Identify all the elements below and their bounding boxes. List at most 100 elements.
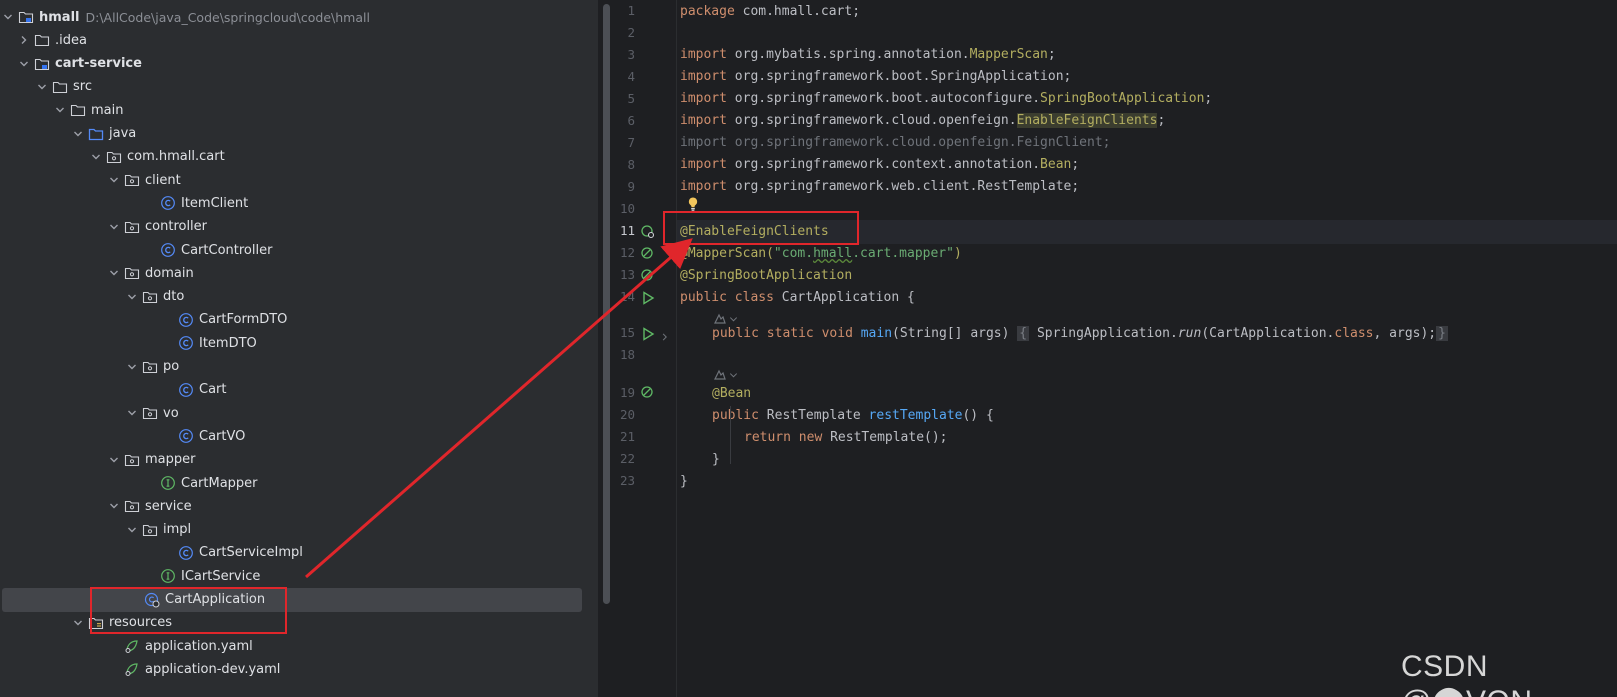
chevron-down-icon[interactable] bbox=[124, 359, 140, 375]
code-line-20[interactable]: public RestTemplate restTemplate() { bbox=[712, 405, 994, 427]
class-ref: MapperScan bbox=[969, 47, 1048, 62]
class-icon bbox=[160, 195, 176, 211]
tree-item[interactable]: resources bbox=[0, 611, 582, 635]
tree-item[interactable]: Cart bbox=[0, 378, 582, 402]
tree-item[interactable]: CartVO bbox=[0, 424, 582, 448]
tree-item[interactable]: main bbox=[0, 98, 582, 122]
chevron-down-icon[interactable] bbox=[0, 9, 16, 25]
code-line-5[interactable]: import org.springframework.boot.autoconf… bbox=[680, 88, 1212, 110]
inlay-hint[interactable] bbox=[713, 366, 738, 384]
tree-item[interactable]: client bbox=[0, 168, 582, 192]
chevron-down-icon[interactable] bbox=[124, 405, 140, 421]
code-line-23[interactable]: } bbox=[680, 471, 688, 493]
code-text: () { bbox=[962, 408, 994, 423]
tree-item[interactable]: CartServiceImpl bbox=[0, 541, 582, 565]
tree-scrollbar[interactable] bbox=[603, 4, 610, 604]
source-folder-icon bbox=[88, 126, 104, 142]
tree-item-label: ItemClient bbox=[181, 195, 249, 211]
chevron-down-icon[interactable] bbox=[34, 79, 50, 95]
chevron-down-icon[interactable] bbox=[88, 149, 104, 165]
chevron-down-icon[interactable] bbox=[106, 219, 122, 235]
chevron-down-icon[interactable] bbox=[52, 102, 68, 118]
spring-bean-icon[interactable] bbox=[640, 385, 656, 401]
package-icon bbox=[142, 359, 158, 375]
tree-item[interactable]: com.hmall.cart bbox=[0, 145, 582, 169]
spring-bean-icon[interactable] bbox=[640, 268, 656, 284]
chevron-down-icon[interactable] bbox=[124, 289, 140, 305]
code-line-8[interactable]: import org.springframework.context.annot… bbox=[680, 154, 1079, 176]
fold-marker[interactable]: } bbox=[1436, 326, 1448, 341]
chevron-down-icon[interactable] bbox=[16, 56, 32, 72]
interface-icon bbox=[160, 475, 176, 491]
package-icon bbox=[124, 498, 140, 514]
code-line-14[interactable]: public class CartApplication { bbox=[680, 287, 915, 309]
code-line-22[interactable]: } bbox=[712, 449, 720, 471]
chevron-down-icon[interactable] bbox=[106, 265, 122, 281]
chevron-down-icon[interactable] bbox=[70, 615, 86, 631]
tree-item-label: hmall bbox=[39, 9, 80, 25]
code-line-6[interactable]: import org.springframework.cloud.openfei… bbox=[680, 110, 1165, 132]
class-icon bbox=[178, 382, 194, 398]
code-line-4[interactable]: import org.springframework.boot.SpringAp… bbox=[680, 66, 1071, 88]
tree-item[interactable]: application.yaml bbox=[0, 634, 582, 658]
code-line-7[interactable]: import org.springframework.cloud.openfei… bbox=[680, 132, 1110, 154]
chevron-down-icon[interactable] bbox=[106, 498, 122, 514]
spring-bean-search-icon[interactable] bbox=[640, 224, 656, 240]
tree-item[interactable]: domain bbox=[0, 261, 582, 285]
code-line-19[interactable]: @Bean bbox=[712, 383, 751, 405]
tree-item[interactable]: CartController bbox=[0, 238, 582, 262]
code-line-15[interactable]: public static void main(String[] args) {… bbox=[712, 323, 1448, 345]
project-tree-panel: hmall D:\AllCode\java_Code\springcloud\co… bbox=[0, 0, 598, 697]
line-number: 8 bbox=[627, 157, 635, 172]
code-line-9[interactable]: import org.springframework.web.client.Re… bbox=[680, 176, 1079, 198]
package-icon bbox=[106, 149, 122, 165]
lightbulb-icon[interactable] bbox=[686, 196, 700, 212]
folder-icon bbox=[52, 79, 68, 95]
chevron-down-icon[interactable] bbox=[106, 452, 122, 468]
chevron-right-icon[interactable] bbox=[16, 32, 32, 48]
line-number: 21 bbox=[619, 429, 635, 444]
code-line-12[interactable]: @MapperScan("com.hmall.cart.mapper") bbox=[680, 243, 962, 265]
code-line-3[interactable]: import org.mybatis.spring.annotation.Map… bbox=[680, 44, 1056, 66]
tree-item[interactable]: ItemClient bbox=[0, 191, 582, 215]
code-text: (CartApplication. bbox=[1201, 326, 1335, 341]
tree-item[interactable]: mapper bbox=[0, 448, 582, 472]
code-line-21[interactable]: return new RestTemplate(); bbox=[744, 427, 948, 449]
tree-item[interactable]: CartFormDTO bbox=[0, 308, 582, 332]
run-icon[interactable] bbox=[640, 326, 656, 342]
tree-item-label: domain bbox=[145, 265, 194, 281]
tree-item[interactable]: service bbox=[0, 494, 582, 518]
tree-item[interactable]: cart-service bbox=[0, 52, 582, 76]
spring-bean-icon[interactable] bbox=[640, 246, 656, 262]
tree-item[interactable]: po bbox=[0, 355, 582, 379]
tree-item[interactable]: CartMapper bbox=[0, 471, 582, 495]
tree-item[interactable]: vo bbox=[0, 401, 582, 425]
code-line-11[interactable]: @EnableFeignClients bbox=[680, 221, 829, 243]
tree-item[interactable]: controller bbox=[0, 215, 582, 239]
fold-marker[interactable]: { bbox=[1017, 326, 1030, 341]
tree-item[interactable]: impl bbox=[0, 518, 582, 542]
line-number: 10 bbox=[619, 201, 635, 216]
tree-item[interactable]: java bbox=[0, 122, 582, 146]
tree-item[interactable]: src bbox=[0, 75, 582, 99]
chevron-down-icon[interactable] bbox=[106, 172, 122, 188]
tree-item[interactable]: .idea bbox=[0, 28, 582, 52]
chevron-down-icon[interactable] bbox=[124, 522, 140, 538]
tree-item[interactable]: ItemDTO bbox=[0, 331, 582, 355]
chevron-down-icon[interactable] bbox=[70, 126, 86, 142]
code-editor[interactable]: 1 2 3 4 5 6 7 8 9 10 11 12 13 14 15 18 19 20 21 22 23 packag… bbox=[613, 0, 1617, 697]
chevron-right-icon[interactable] bbox=[660, 327, 676, 343]
keyword: new bbox=[798, 430, 823, 445]
tree-item[interactable]: dto bbox=[0, 285, 582, 309]
tree-item[interactable]: hmall D:\AllCode\java_Code\springcloud\co… bbox=[0, 5, 582, 29]
run-icon[interactable] bbox=[640, 290, 656, 306]
code-line-1[interactable]: package com.hmall.cart; bbox=[680, 1, 860, 23]
tree-item[interactable]: application-dev.yaml bbox=[0, 657, 582, 681]
tree-item[interactable]: ICartService bbox=[0, 564, 582, 588]
tree-item-label: CartMapper bbox=[181, 475, 258, 491]
code-line-13[interactable]: @SpringBootApplication bbox=[680, 265, 852, 287]
tree-item[interactable]: CartApplication bbox=[2, 587, 582, 612]
